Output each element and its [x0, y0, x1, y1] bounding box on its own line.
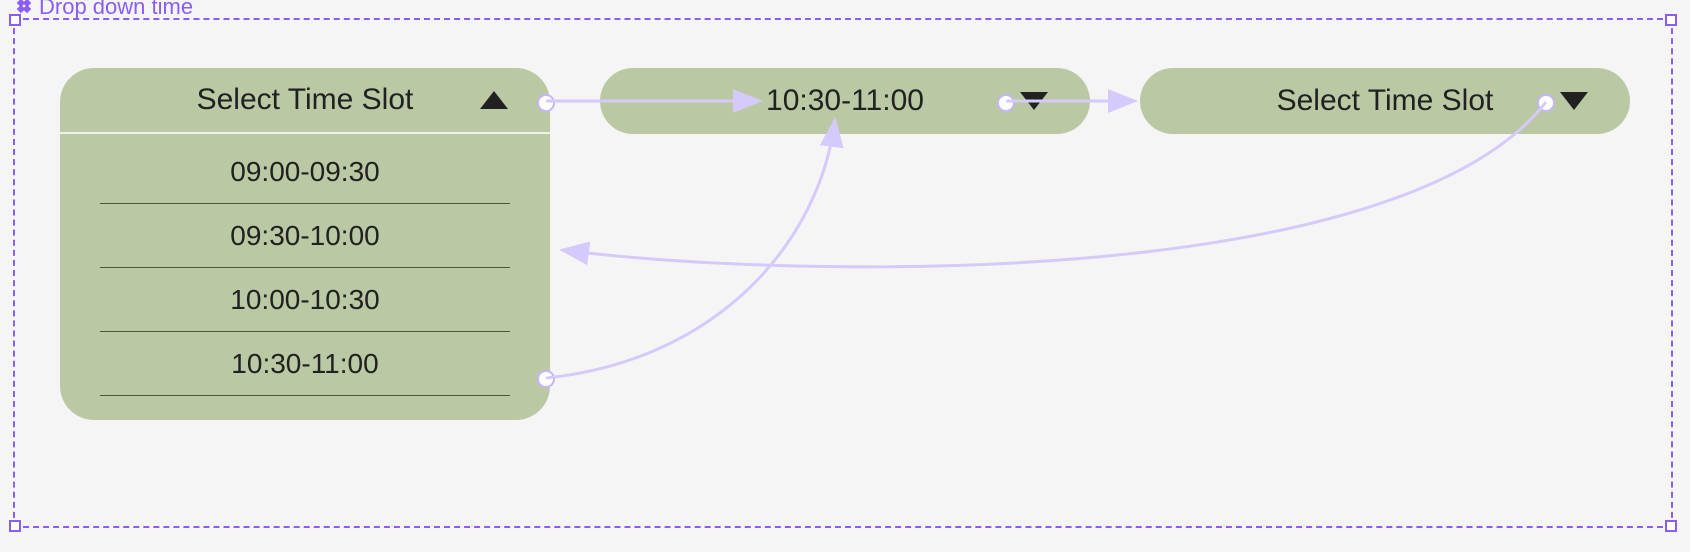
prototype-node[interactable]: [537, 94, 555, 112]
component-label-text: Drop down time: [39, 0, 193, 20]
dropdown-closed-placeholder[interactable]: Select Time Slot: [1140, 68, 1630, 134]
dropdown-option[interactable]: 10:00-10:30: [100, 268, 510, 332]
chevron-down-icon: [1020, 92, 1048, 110]
dropdown-option[interactable]: 09:00-09:30: [100, 140, 510, 204]
dropdown-header[interactable]: 10:30-11:00: [600, 68, 1090, 134]
dropdown-option[interactable]: 09:30-10:00: [100, 204, 510, 268]
dropdown-open[interactable]: Select Time Slot 09:00-09:30 09:30-10:00…: [60, 68, 550, 420]
dropdown-options-list: 09:00-09:30 09:30-10:00 10:00-10:30 10:3…: [60, 134, 550, 420]
component-frame[interactable]: Select Time Slot 09:00-09:30 09:30-10:00…: [13, 18, 1673, 528]
prototype-node[interactable]: [1537, 94, 1555, 112]
chevron-up-icon: [480, 91, 508, 109]
prototype-node[interactable]: [997, 94, 1015, 112]
dropdown-header-label: Select Time Slot: [1277, 84, 1494, 118]
component-label: Drop down time: [15, 0, 193, 20]
dropdown-header[interactable]: Select Time Slot: [60, 68, 550, 134]
chevron-down-icon: [1560, 92, 1588, 110]
dropdown-closed-selected[interactable]: 10:30-11:00: [600, 68, 1090, 134]
dropdown-header-label: 10:30-11:00: [766, 84, 924, 118]
dropdown-header[interactable]: Select Time Slot: [1140, 68, 1630, 134]
dropdown-option[interactable]: 10:30-11:00: [100, 332, 510, 396]
resize-handle-bottom-right[interactable]: [1665, 520, 1677, 532]
dropdown-header-label: Select Time Slot: [197, 83, 414, 117]
prototype-node[interactable]: [537, 370, 555, 388]
resize-handle-top-left[interactable]: [9, 14, 21, 26]
resize-handle-bottom-left[interactable]: [9, 520, 21, 532]
resize-handle-top-right[interactable]: [1665, 14, 1677, 26]
